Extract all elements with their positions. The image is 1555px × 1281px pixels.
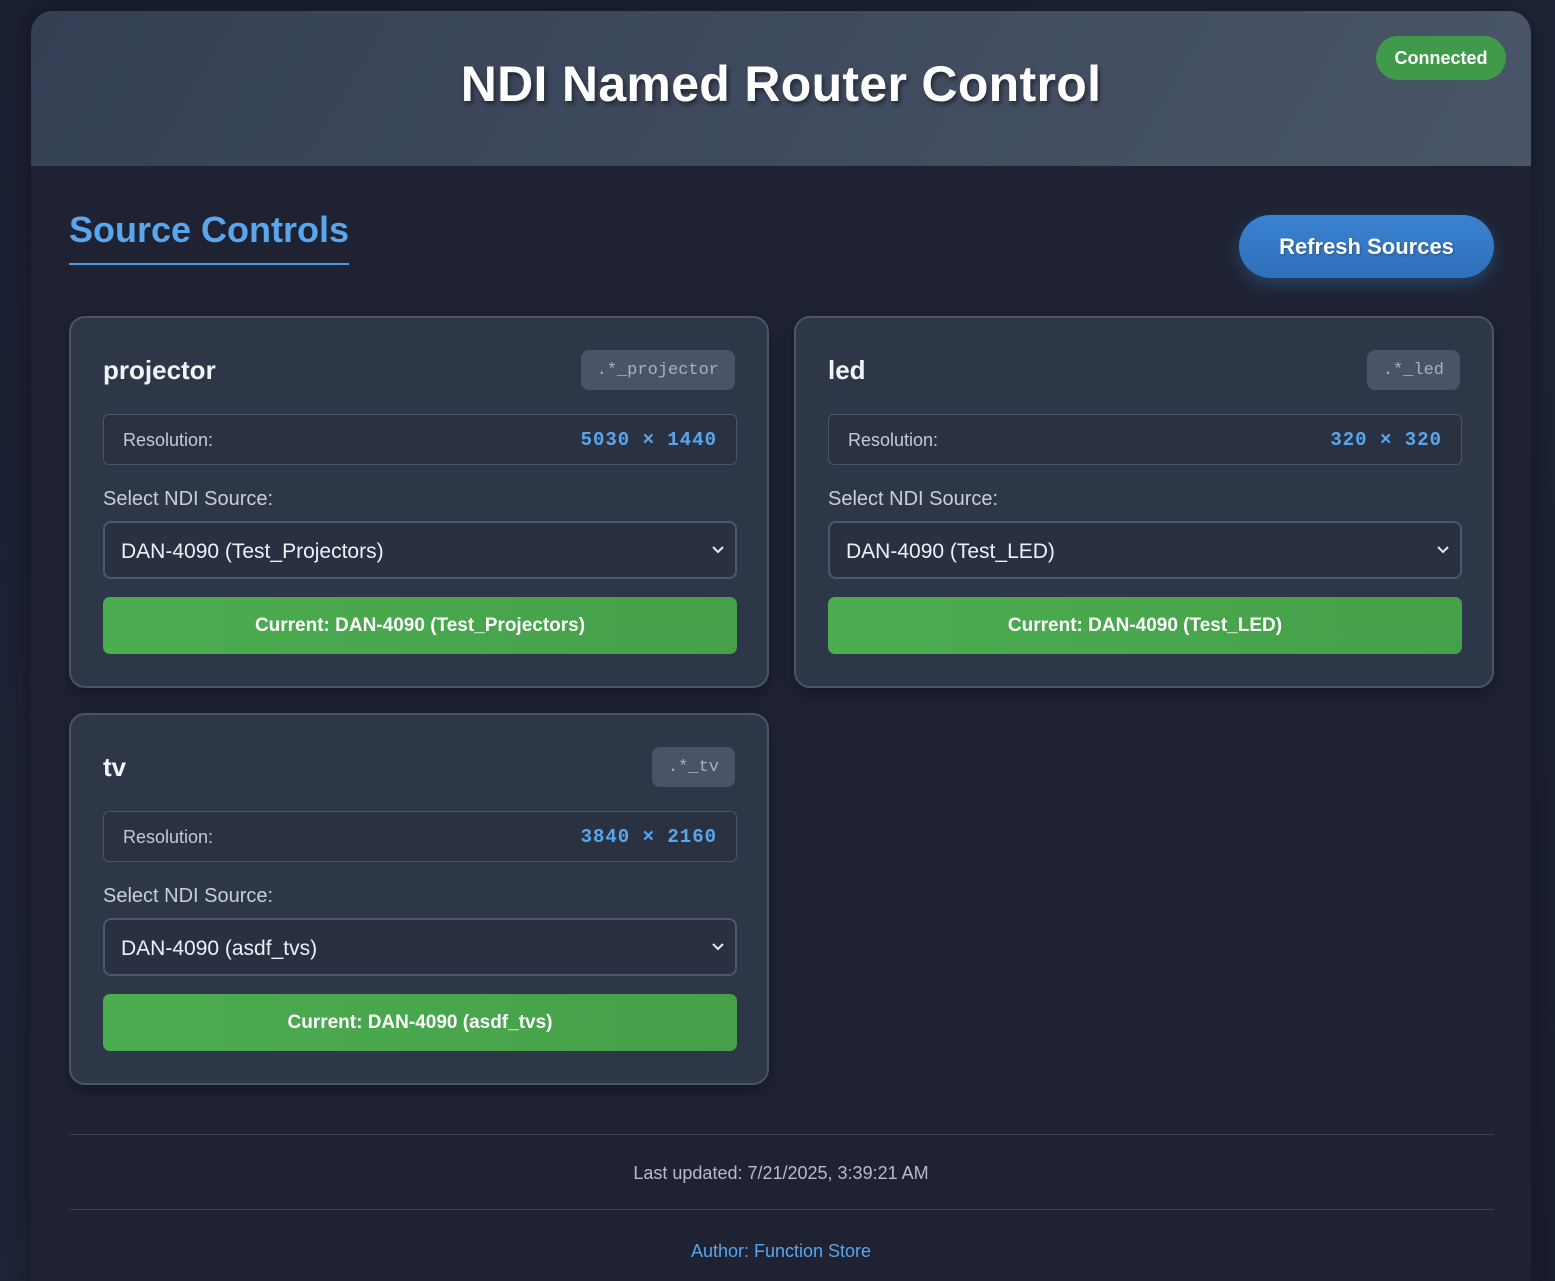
- current-source-button[interactable]: Current: DAN-4090 (asdf_tvs): [103, 994, 737, 1051]
- divider: [69, 1134, 1494, 1135]
- header: NDI Named Router Control Connected: [31, 11, 1531, 166]
- card-tv: tv .*_tv Resolution: 3840 × 2160 Select …: [69, 713, 769, 1085]
- divider: [69, 1209, 1494, 1210]
- card-title: tv: [103, 752, 127, 782]
- resolution-box: Resolution: 5030 × 1440: [103, 414, 737, 465]
- pattern-badge: .*_led: [1366, 350, 1460, 390]
- pattern-badge: .*_projector: [580, 350, 735, 390]
- source-select-value: DAN-4090 (Test_LED): [846, 540, 1055, 563]
- source-select[interactable]: DAN-4090 (asdf_tvs): [103, 918, 737, 976]
- current-source-button[interactable]: Current: DAN-4090 (Test_Projectors): [103, 597, 737, 654]
- card-projector: projector .*_projector Resolution: 5030 …: [69, 316, 769, 688]
- select-label: Select NDI Source:: [828, 488, 999, 510]
- resolution-box: Resolution: 320 × 320: [828, 414, 1462, 465]
- chevron-down-icon: [712, 546, 724, 554]
- resolution-value: 320 × 320: [1330, 429, 1442, 451]
- resolution-label: Resolution:: [848, 430, 939, 450]
- select-label: Select NDI Source:: [103, 488, 274, 510]
- card-title: led: [828, 355, 866, 385]
- current-source-button[interactable]: Current: DAN-4090 (Test_LED): [828, 597, 1462, 654]
- source-select-value: DAN-4090 (Test_Projectors): [121, 540, 384, 563]
- resolution-value: 3840 × 2160: [580, 826, 717, 848]
- source-select[interactable]: DAN-4090 (Test_LED): [828, 521, 1462, 579]
- source-select[interactable]: DAN-4090 (Test_Projectors): [103, 521, 737, 579]
- chevron-down-icon: [712, 943, 724, 951]
- chevron-down-icon: [1437, 546, 1449, 554]
- status-badge: Connected: [1376, 36, 1506, 80]
- resolution-box: Resolution: 3840 × 2160: [103, 811, 737, 862]
- card-led: led .*_led Resolution: 320 × 320 Select …: [794, 316, 1494, 688]
- section-title: Source Controls: [69, 209, 350, 265]
- resolution-label: Resolution:: [123, 430, 214, 450]
- card-title: projector: [103, 355, 216, 385]
- author-link[interactable]: Author: Function Store: [31, 1241, 1531, 1262]
- pattern-badge: .*_tv: [651, 747, 735, 787]
- resolution-value: 5030 × 1440: [580, 429, 717, 451]
- resolution-label: Resolution:: [123, 827, 214, 847]
- source-select-value: DAN-4090 (asdf_tvs): [121, 937, 318, 960]
- page-title: NDI Named Router Control: [460, 56, 1102, 112]
- last-updated: Last updated: 7/21/2025, 3:39:21 AM: [633, 1163, 929, 1183]
- select-label: Select NDI Source:: [103, 885, 274, 907]
- refresh-sources-button[interactable]: Refresh Sources: [1239, 215, 1494, 278]
- app-window: NDI Named Router Control Connected Sourc…: [31, 11, 1531, 1281]
